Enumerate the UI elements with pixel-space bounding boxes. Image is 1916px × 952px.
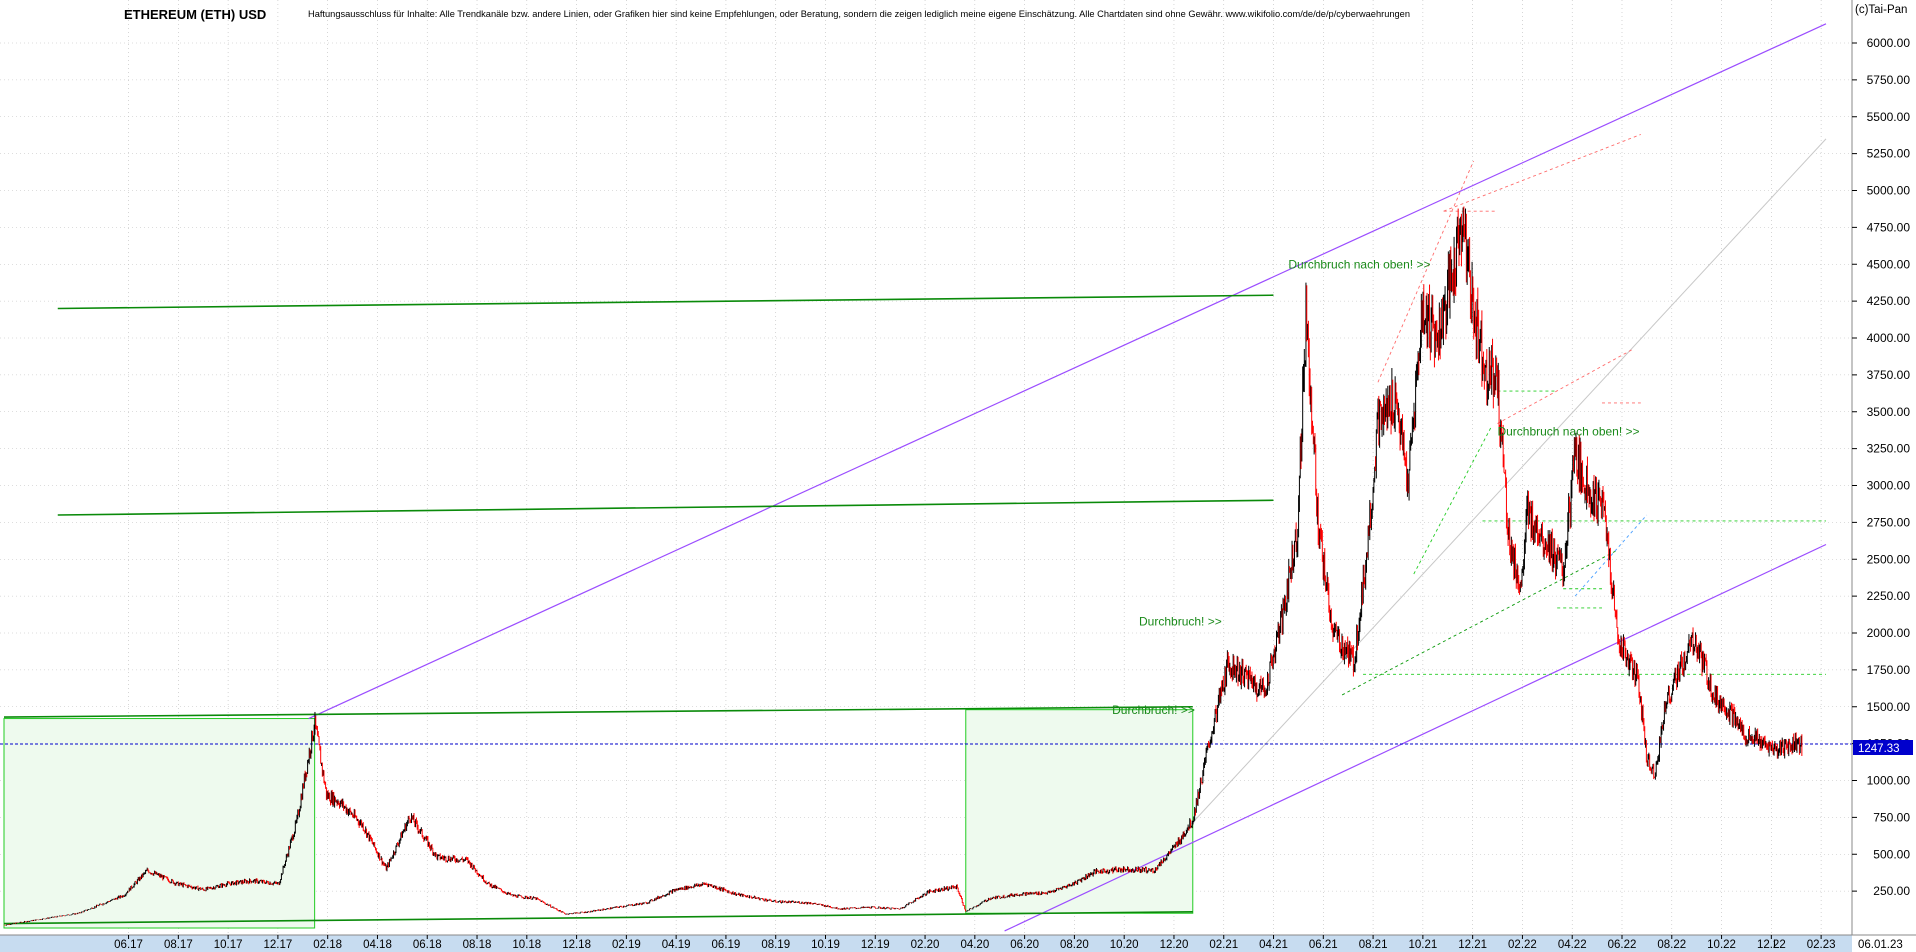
corner-label: L xyxy=(1773,939,1780,951)
chart-title: ETHEREUM (ETH) USD xyxy=(124,7,266,22)
y-tick-label: 4000.00 xyxy=(1867,331,1911,345)
consolidation-box xyxy=(965,709,1194,914)
y-tick-label: 2000.00 xyxy=(1867,626,1911,640)
y-tick-label: 5500.00 xyxy=(1867,110,1911,124)
x-tick-label: 08.22 xyxy=(1657,939,1686,951)
x-tick-label: 08.20 xyxy=(1060,939,1089,951)
x-tick-label: 10.22 xyxy=(1707,939,1736,951)
x-tick-label: 12.19 xyxy=(861,939,890,951)
x-tick-label: 10.17 xyxy=(214,939,243,951)
x-tick-label: 06.21 xyxy=(1309,939,1338,951)
x-tick-label: 04.22 xyxy=(1558,939,1587,951)
x-tick-label: 12.22 xyxy=(1757,939,1786,951)
copyright-label: (c)Tai-Pan xyxy=(1855,4,1907,16)
x-tick-label: 02.22 xyxy=(1508,939,1537,951)
date-label: 06.01.23 xyxy=(1858,939,1903,951)
y-tick-label: 2250.00 xyxy=(1867,589,1911,603)
x-tick-label: 06.17 xyxy=(114,939,143,951)
y-tick-label: 4250.00 xyxy=(1867,294,1911,308)
y-tick-label: 1500.00 xyxy=(1867,700,1911,714)
y-tick-label: 3250.00 xyxy=(1867,442,1911,456)
y-tick-label: 5750.00 xyxy=(1867,73,1911,87)
x-tick-label: 10.20 xyxy=(1110,939,1139,951)
x-tick-label: 04.18 xyxy=(363,939,392,951)
x-tick-label: 12.17 xyxy=(264,939,293,951)
x-tick-label: 06.19 xyxy=(712,939,741,951)
y-tick-label: 1000.00 xyxy=(1867,774,1911,788)
x-tick-label: 12.20 xyxy=(1160,939,1189,951)
x-tick-label: 08.18 xyxy=(463,939,492,951)
x-tick-label: 04.21 xyxy=(1259,939,1288,951)
y-tick-label: 4750.00 xyxy=(1867,220,1911,234)
x-tick-label: 06.18 xyxy=(413,939,442,951)
breakout-annotation: Durchbruch nach oben! >> xyxy=(1497,424,1639,438)
x-tick-label: 10.19 xyxy=(811,939,840,951)
x-tick-label: 10.18 xyxy=(512,939,541,951)
y-tick-label: 250.00 xyxy=(1873,884,1910,898)
x-tick-label: 10.21 xyxy=(1408,939,1437,951)
x-tick-label: 04.19 xyxy=(662,939,691,951)
y-tick-label: 750.00 xyxy=(1873,810,1910,824)
x-tick-label: 12.21 xyxy=(1458,939,1487,951)
y-tick-label: 6000.00 xyxy=(1867,36,1911,50)
x-tick-label: 02.21 xyxy=(1209,939,1238,951)
y-tick-label: 500.00 xyxy=(1873,847,1910,861)
breakout-annotation: Durchbruch! >> xyxy=(1112,703,1195,717)
y-tick-label: 1750.00 xyxy=(1867,663,1911,677)
x-tick-label: 06.20 xyxy=(1010,939,1039,951)
consolidation-box xyxy=(3,718,316,929)
y-tick-label: 4500.00 xyxy=(1867,257,1911,271)
x-tick-label: 02.20 xyxy=(911,939,940,951)
current-price-label: 1247.33 xyxy=(1858,743,1900,755)
x-tick-label: 02.18 xyxy=(313,939,342,951)
x-tick-label: 06.22 xyxy=(1608,939,1637,951)
y-tick-label: 5250.00 xyxy=(1867,147,1911,161)
y-axis-panel xyxy=(1852,0,1916,952)
chart: Durchbruch nach oben! >> Durchbruch nach … xyxy=(0,0,1916,952)
x-tick-label: 02.19 xyxy=(612,939,641,951)
x-tick-label: 02.23 xyxy=(1807,939,1836,951)
y-tick-label: 2500.00 xyxy=(1867,552,1911,566)
breakout-annotation: Durchbruch! >> xyxy=(1139,615,1222,629)
x-tick-label: 08.17 xyxy=(164,939,193,951)
x-tick-label: 08.21 xyxy=(1359,939,1388,951)
breakout-annotation: Durchbruch nach oben! >> xyxy=(1288,258,1430,272)
x-tick-label: 04.20 xyxy=(960,939,989,951)
y-tick-label: 3750.00 xyxy=(1867,368,1911,382)
x-tick-label: 08.19 xyxy=(761,939,790,951)
y-tick-label: 3000.00 xyxy=(1867,479,1911,493)
y-tick-label: 3500.00 xyxy=(1867,405,1911,419)
y-tick-label: 2750.00 xyxy=(1867,515,1911,529)
x-tick-label: 12.18 xyxy=(562,939,591,951)
y-tick-label: 5000.00 xyxy=(1867,184,1911,198)
disclaimer-text: Haftungsausschluss für Inhalte: Alle Tre… xyxy=(308,9,1410,20)
